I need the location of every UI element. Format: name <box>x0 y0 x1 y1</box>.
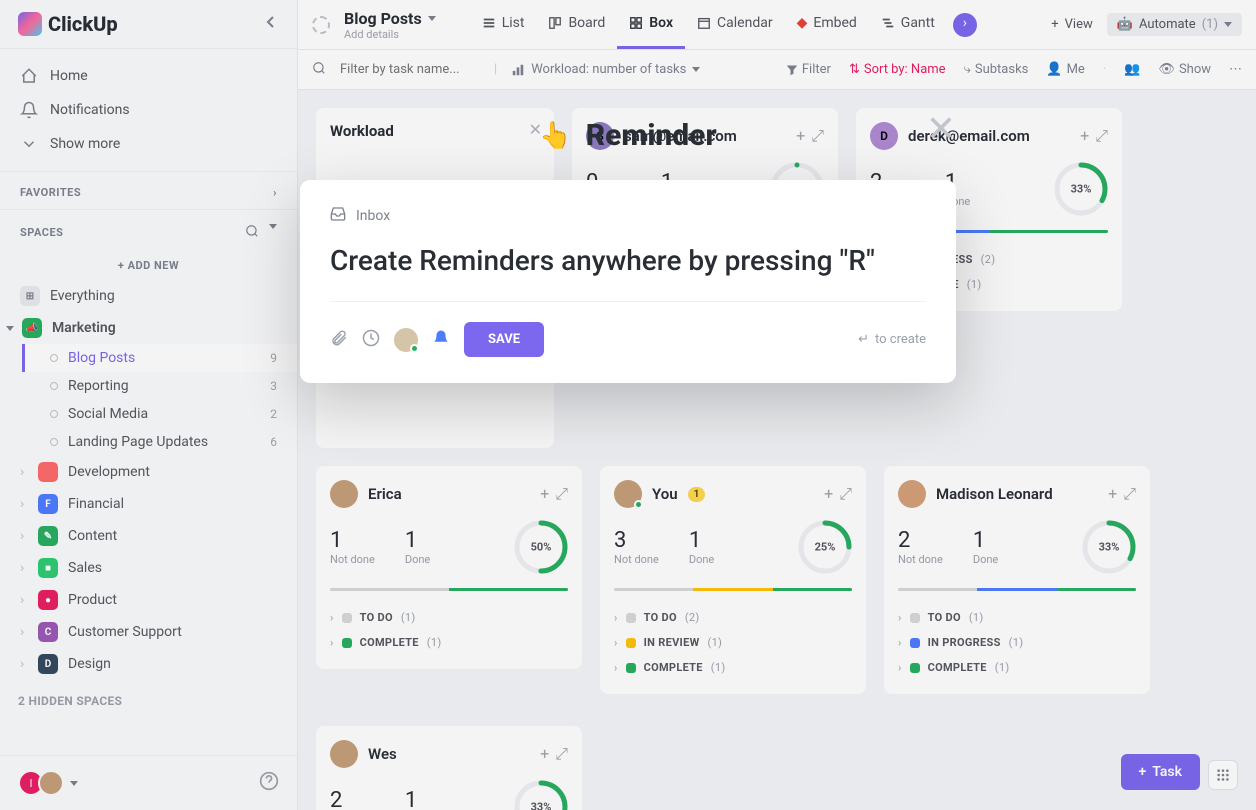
modal-title: Reminder <box>586 118 717 153</box>
reminder-input[interactable] <box>330 244 926 277</box>
modal-footer: SAVE ↵ to create <box>330 301 926 357</box>
bell-icon[interactable] <box>432 329 450 351</box>
finger-tap-icon: 👆 <box>539 121 571 151</box>
to-create-hint: ↵ to create <box>858 332 926 347</box>
enter-icon: ↵ <box>858 332 869 347</box>
assignee-avatar[interactable] <box>394 328 418 352</box>
reminder-header: 👆 Reminder <box>539 118 716 153</box>
attachment-icon[interactable] <box>330 329 348 351</box>
inbox-selector[interactable]: Inbox <box>330 206 926 226</box>
inbox-icon <box>330 206 346 226</box>
clock-icon[interactable] <box>362 329 380 351</box>
reminder-modal: Inbox SAVE ↵ to create <box>300 180 956 383</box>
modal-close-icon[interactable]: ✕ <box>926 108 956 150</box>
inbox-label: Inbox <box>356 208 390 224</box>
save-button[interactable]: SAVE <box>464 322 544 357</box>
